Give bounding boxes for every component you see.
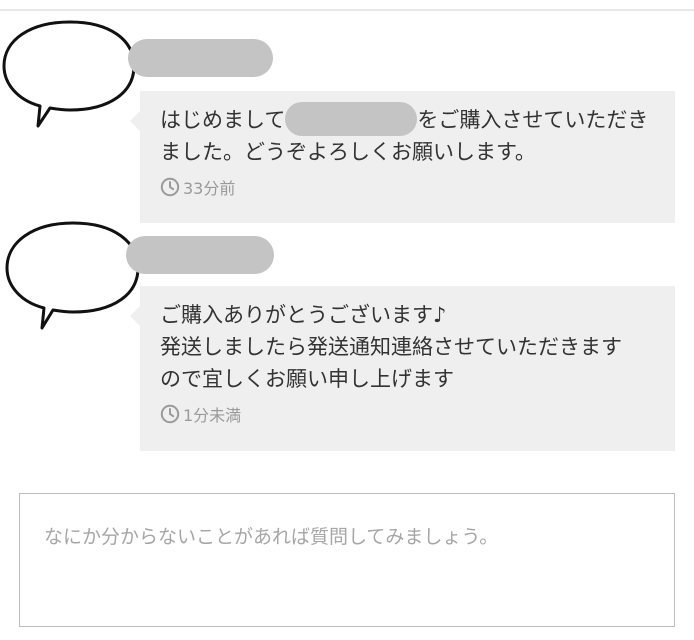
question-input[interactable] xyxy=(20,494,674,626)
message-text-line: 発送しましたら発送通知連絡させていただきます xyxy=(160,335,622,359)
message-bubble: はじめまして をご購入させていただき ました。どうぞよろしくお願いします。 33分… xyxy=(130,91,675,223)
username-redacted xyxy=(128,39,273,77)
avatar[interactable] xyxy=(2,218,144,330)
message-text-line: ました。どうぞよろしくお願いします。 xyxy=(160,140,536,164)
message-text-line: ので宜しくお願い申し上げます xyxy=(160,367,454,391)
message-text: ご購入ありがとうございます♪ 発送しましたら発送通知連絡させていただきます ので… xyxy=(160,299,657,395)
message-text-part: をご購入させていただき xyxy=(417,108,649,132)
message-timestamp: 33分前 xyxy=(160,175,657,199)
item-name-redacted xyxy=(285,102,418,136)
timestamp-text: 33分前 xyxy=(183,179,236,198)
question-box xyxy=(19,493,675,627)
message-timestamp: 1分未満 xyxy=(160,402,657,426)
top-divider xyxy=(0,9,694,11)
message-text: はじめまして をご購入させていただき ました。どうぞよろしくお願いします。 xyxy=(160,102,657,168)
timestamp-text: 1分未満 xyxy=(183,406,242,425)
avatar[interactable] xyxy=(0,18,140,130)
message-bubble: ご購入ありがとうございます♪ 発送しましたら発送通知連絡させていただきます ので… xyxy=(130,286,675,451)
clock-icon xyxy=(160,404,180,424)
message-text-part: はじめまして xyxy=(160,108,286,132)
message-text-line: ご購入ありがとうございます♪ xyxy=(160,303,447,327)
clock-icon xyxy=(160,177,180,197)
username-redacted xyxy=(126,236,274,274)
